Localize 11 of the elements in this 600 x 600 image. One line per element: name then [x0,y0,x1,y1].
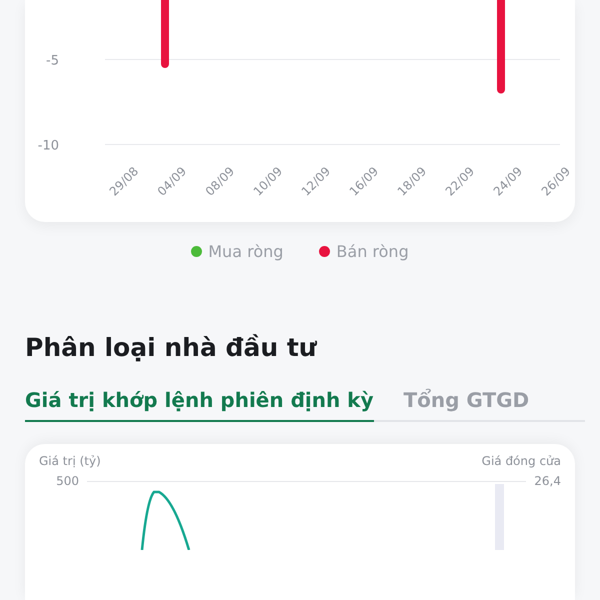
y-tick-label: 26,4 [534,474,561,488]
tab[interactable]: Tổng GTGD [404,388,530,422]
tab[interactable]: Giá trị khớp lệnh phiên định kỳ [25,388,374,422]
y-tick-label: -5 [46,54,59,68]
legend-label: Bán ròng [336,242,409,261]
section-title: Phân loại nhà đầu tư [25,333,318,362]
legend-label: Mua ròng [208,242,284,261]
y-tick-label: 500 [55,474,79,488]
y-tick-label: -10 [38,138,59,154]
axis-title: Giá đóng cửa [482,454,561,468]
axis-title: Giá trị (tỷ) [39,454,101,468]
